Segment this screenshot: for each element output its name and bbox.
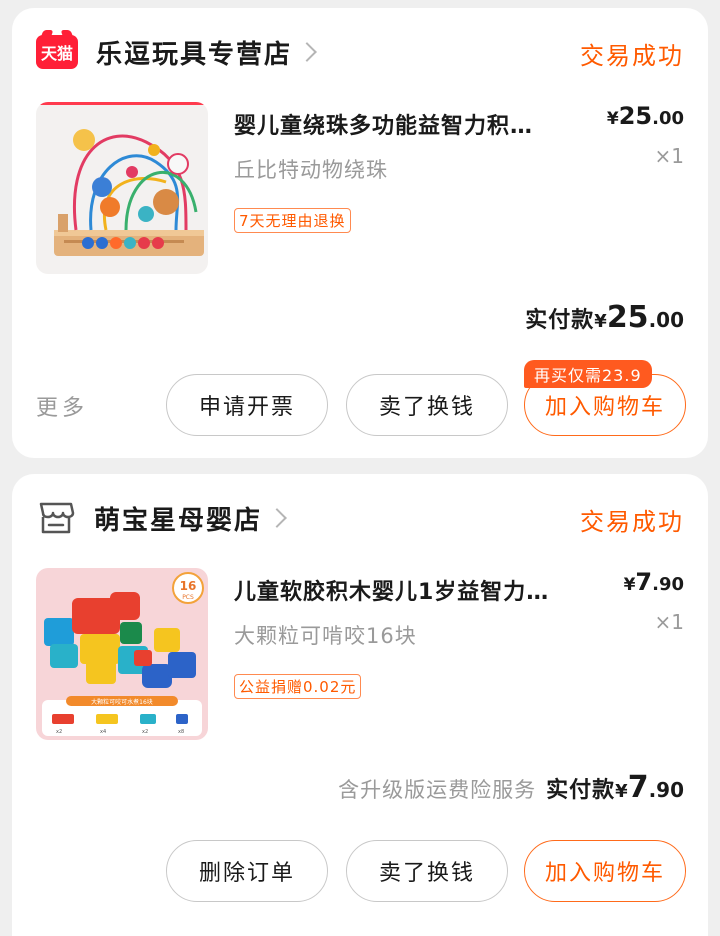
quantity: ×1 <box>654 610 684 634</box>
paid-amount: 实付款 ¥25.00 <box>525 300 684 335</box>
tmall-logo-icon: 天猫 <box>36 35 78 69</box>
order-card: 萌宝星母婴店 交易成功 16 PCS 大颗粒可咬可水煮16块 x2 x4 x2 … <box>12 474 708 936</box>
product-sku: 丘比特动物绕珠 <box>234 158 388 182</box>
request-invoice-button[interactable]: 申请开票 <box>166 374 328 436</box>
shop-header[interactable]: 萌宝星母婴店 <box>36 498 287 538</box>
product-title[interactable]: 婴儿童绕珠多功能益智力积… <box>234 108 594 140</box>
sell-button[interactable]: 卖了换钱 <box>346 374 508 436</box>
quantity: ×1 <box>654 144 684 168</box>
shop-name[interactable]: 萌宝星母婴店 <box>94 500 262 537</box>
order-card: 天猫 乐逗玩具专营店 交易成功 婴儿童绕珠多功能益智力积… ¥ 25 .00 ×… <box>12 8 708 458</box>
shipping-insurance-note: 含升级版运费险服务 <box>338 778 537 802</box>
delete-order-button[interactable]: 删除订单 <box>166 840 328 902</box>
chevron-right-icon[interactable] <box>267 508 287 528</box>
svg-text:大颗粒可咬可水煮16块: 大颗粒可咬可水煮16块 <box>91 698 153 706</box>
svg-text:x4: x4 <box>100 729 106 735</box>
svg-text:PCS: PCS <box>182 594 194 601</box>
shop-header[interactable]: 天猫 乐逗玩具专营店 <box>36 32 317 72</box>
svg-text:x2: x2 <box>56 729 62 735</box>
add-to-cart-button[interactable]: 加入购物车 <box>524 840 686 902</box>
product-image[interactable] <box>36 102 208 274</box>
store-icon <box>36 500 76 536</box>
paid-amount: 含升级版运费险服务 实付款 ¥7.90 <box>338 770 684 805</box>
service-tag: 7天无理由退换 <box>234 208 351 233</box>
rebuy-price-badge: 再买仅需23.9 <box>524 360 652 388</box>
order-status: 交易成功 <box>580 508 684 536</box>
charity-tag: 公益捐赠0.02元 <box>234 674 362 699</box>
chevron-right-icon[interactable] <box>297 42 317 62</box>
product-image[interactable]: 16 PCS 大颗粒可咬可水煮16块 x2 x4 x2 x8 <box>36 568 208 740</box>
product-title[interactable]: 儿童软胶积木婴儿1岁益智力… <box>234 574 594 606</box>
more-button[interactable]: 更多 <box>36 390 88 422</box>
svg-text:x8: x8 <box>178 729 184 735</box>
svg-text:16: 16 <box>180 579 197 593</box>
shop-name[interactable]: 乐逗玩具专营店 <box>96 34 292 71</box>
order-status: 交易成功 <box>580 42 684 70</box>
svg-text:x2: x2 <box>142 729 148 735</box>
unit-price: ¥7.90 <box>623 568 684 596</box>
sell-button[interactable]: 卖了换钱 <box>346 840 508 902</box>
unit-price: ¥25.00 <box>606 102 684 130</box>
product-sku: 大颗粒可啃咬16块 <box>234 624 417 648</box>
